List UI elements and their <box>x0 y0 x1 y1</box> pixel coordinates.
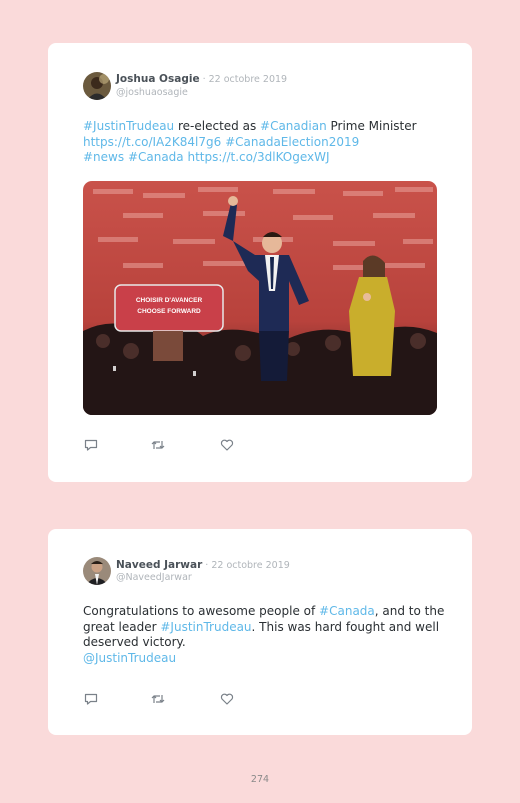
tweet-text-line: deserved victory. <box>83 635 453 651</box>
tweet-link[interactable]: https://t.co/3dlKOgexWJ <box>187 150 329 164</box>
tweet-card: Naveed Jarwar · 22 octobre 2019 @NaveedJ… <box>48 529 472 735</box>
tweet-link[interactable]: #Canadian <box>260 119 327 133</box>
tweet-text: Congratulations to awesome people of #Ca… <box>83 604 453 666</box>
tweet-text: #JustinTrudeau re-elected as #Canadian P… <box>83 119 453 166</box>
page-number: 274 <box>250 774 270 785</box>
tweet-link[interactable]: #news <box>83 150 124 164</box>
tweet-text-segment: great leader <box>83 619 161 634</box>
tweet-link[interactable]: #Canada <box>319 604 375 618</box>
tweet-date: · 22 octobre 2019 <box>202 560 290 571</box>
tweet-text-line: #news #Canada https://t.co/3dlKOgexWJ <box>83 150 453 166</box>
retweet-icon[interactable] <box>150 691 166 707</box>
tweet-date: · 22 octobre 2019 <box>199 74 288 85</box>
tweet-text-line: #JustinTrudeau re-elected as #Canadian P… <box>83 119 453 135</box>
tweet-text-line: @JustinTrudeau <box>83 651 453 667</box>
tweet-text-line: Congratulations to awesome people of #Ca… <box>83 604 453 620</box>
tweet-text-segment: Congratulations to awesome people of <box>83 604 320 618</box>
author-name[interactable]: Joshua Osagie · 22 octobre 2019 <box>116 73 287 85</box>
tweet-text-line: https://t.co/IA2K84l7g6 #CanadaElection2… <box>83 135 453 151</box>
author-name-text[interactable]: Naveed Jarwar <box>116 559 202 571</box>
like-icon[interactable] <box>219 437 235 453</box>
reply-icon[interactable] <box>83 691 99 707</box>
tweet-card: Joshua Osagie · 22 octobre 2019 @joshuao… <box>48 43 472 482</box>
author-handle[interactable]: @NaveedJarwar <box>116 572 192 583</box>
tweet-link[interactable]: https://t.co/IA2K84l7g6 <box>83 135 221 149</box>
tweet-text-segment: Prime Minister <box>326 119 417 133</box>
tweet-link[interactable]: #JustinTrudeau <box>83 119 174 133</box>
author-handle[interactable]: @joshuaosagie <box>116 87 188 98</box>
podium-sign-bottom: CHOOSE FORWARD <box>137 308 201 315</box>
retweet-icon[interactable] <box>150 437 166 453</box>
tweet-actions <box>83 437 283 453</box>
author-name-text[interactable]: Joshua Osagie <box>116 73 200 85</box>
tweet-link[interactable]: @JustinTrudeau <box>83 651 176 665</box>
tweet-link[interactable]: #JustinTrudeau <box>160 620 251 634</box>
author-name[interactable]: Naveed Jarwar · 22 octobre 2019 <box>116 559 290 571</box>
like-icon[interactable] <box>219 691 235 707</box>
tweet-photo[interactable]: CHOISIR D'AVANCER CHOOSE FORWARD <box>83 181 437 415</box>
tweet-text-line: great leader #JustinTrudeau. This was ha… <box>83 620 453 636</box>
tweet-text-segment: . This was hard fought and well <box>251 619 440 634</box>
avatar[interactable] <box>83 72 111 100</box>
tweet-link[interactable]: #CanadaElection2019 <box>225 135 359 149</box>
reply-icon[interactable] <box>83 437 99 453</box>
tweet-text-segment: re-elected as <box>174 119 261 133</box>
tweet-actions <box>83 691 283 707</box>
tweet-text-segment: deserved victory. <box>83 635 186 649</box>
avatar[interactable] <box>83 557 111 585</box>
podium-sign-top: CHOISIR D'AVANCER <box>136 297 203 304</box>
tweet-link[interactable]: #Canada <box>128 150 184 164</box>
tweet-text-segment: , and to the <box>374 604 445 618</box>
